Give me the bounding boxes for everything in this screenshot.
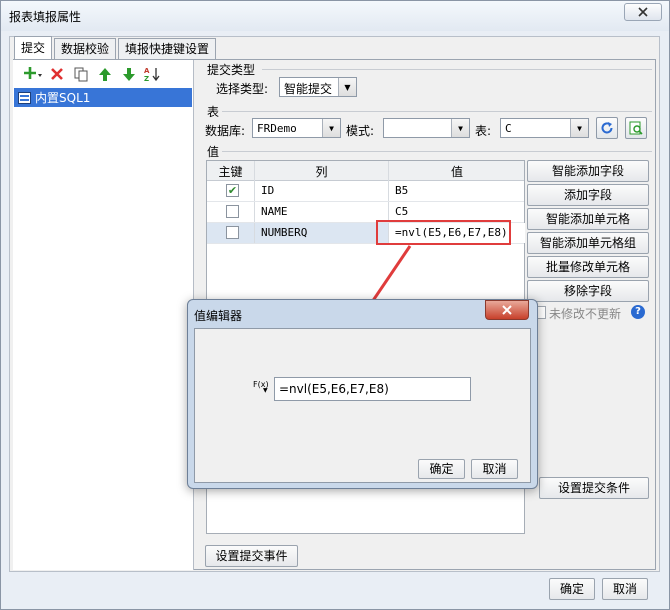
- ok-button[interactable]: 确定: [549, 578, 595, 600]
- dialog-close-button[interactable]: [485, 300, 529, 320]
- close-icon: [502, 305, 512, 315]
- set-submit-event-button[interactable]: 设置提交事件: [205, 545, 298, 567]
- cancel-button[interactable]: 取消: [602, 578, 648, 600]
- dialog-ok-button[interactable]: 确定: [418, 459, 465, 479]
- value-editor-dialog: 值编辑器 F(x) ▼ =nvl(E5,E6,E7,E8) 确定 取消: [187, 299, 538, 489]
- add-field-button[interactable]: 添加字段: [527, 184, 649, 206]
- dialog-body: F(x) ▼ =nvl(E5,E6,E7,E8) 确定 取消: [194, 328, 531, 483]
- smart-add-cell-button[interactable]: 智能添加单元格: [527, 208, 649, 230]
- formula-input[interactable]: =nvl(E5,E6,E7,E8): [274, 377, 471, 401]
- smart-add-field-button[interactable]: 智能添加字段: [527, 160, 649, 182]
- formula-value: =nvl(E5,E6,E7,E8): [279, 382, 389, 396]
- dialog-title: 值编辑器: [194, 309, 243, 323]
- formula-button[interactable]: F(x) ▼: [253, 380, 269, 394]
- set-submit-condition-button[interactable]: 设置提交条件: [539, 477, 649, 499]
- remove-field-button[interactable]: 移除字段: [527, 280, 649, 302]
- smart-add-cell-group-button[interactable]: 智能添加单元格组: [527, 232, 649, 254]
- help-icon[interactable]: ?: [631, 305, 645, 319]
- chevron-down-icon: ▼: [263, 387, 268, 394]
- dialog-cancel-button[interactable]: 取消: [471, 459, 518, 479]
- batch-edit-cells-button[interactable]: 批量修改单元格: [527, 256, 649, 278]
- unchanged-no-update-label: 未修改不更新: [549, 307, 622, 321]
